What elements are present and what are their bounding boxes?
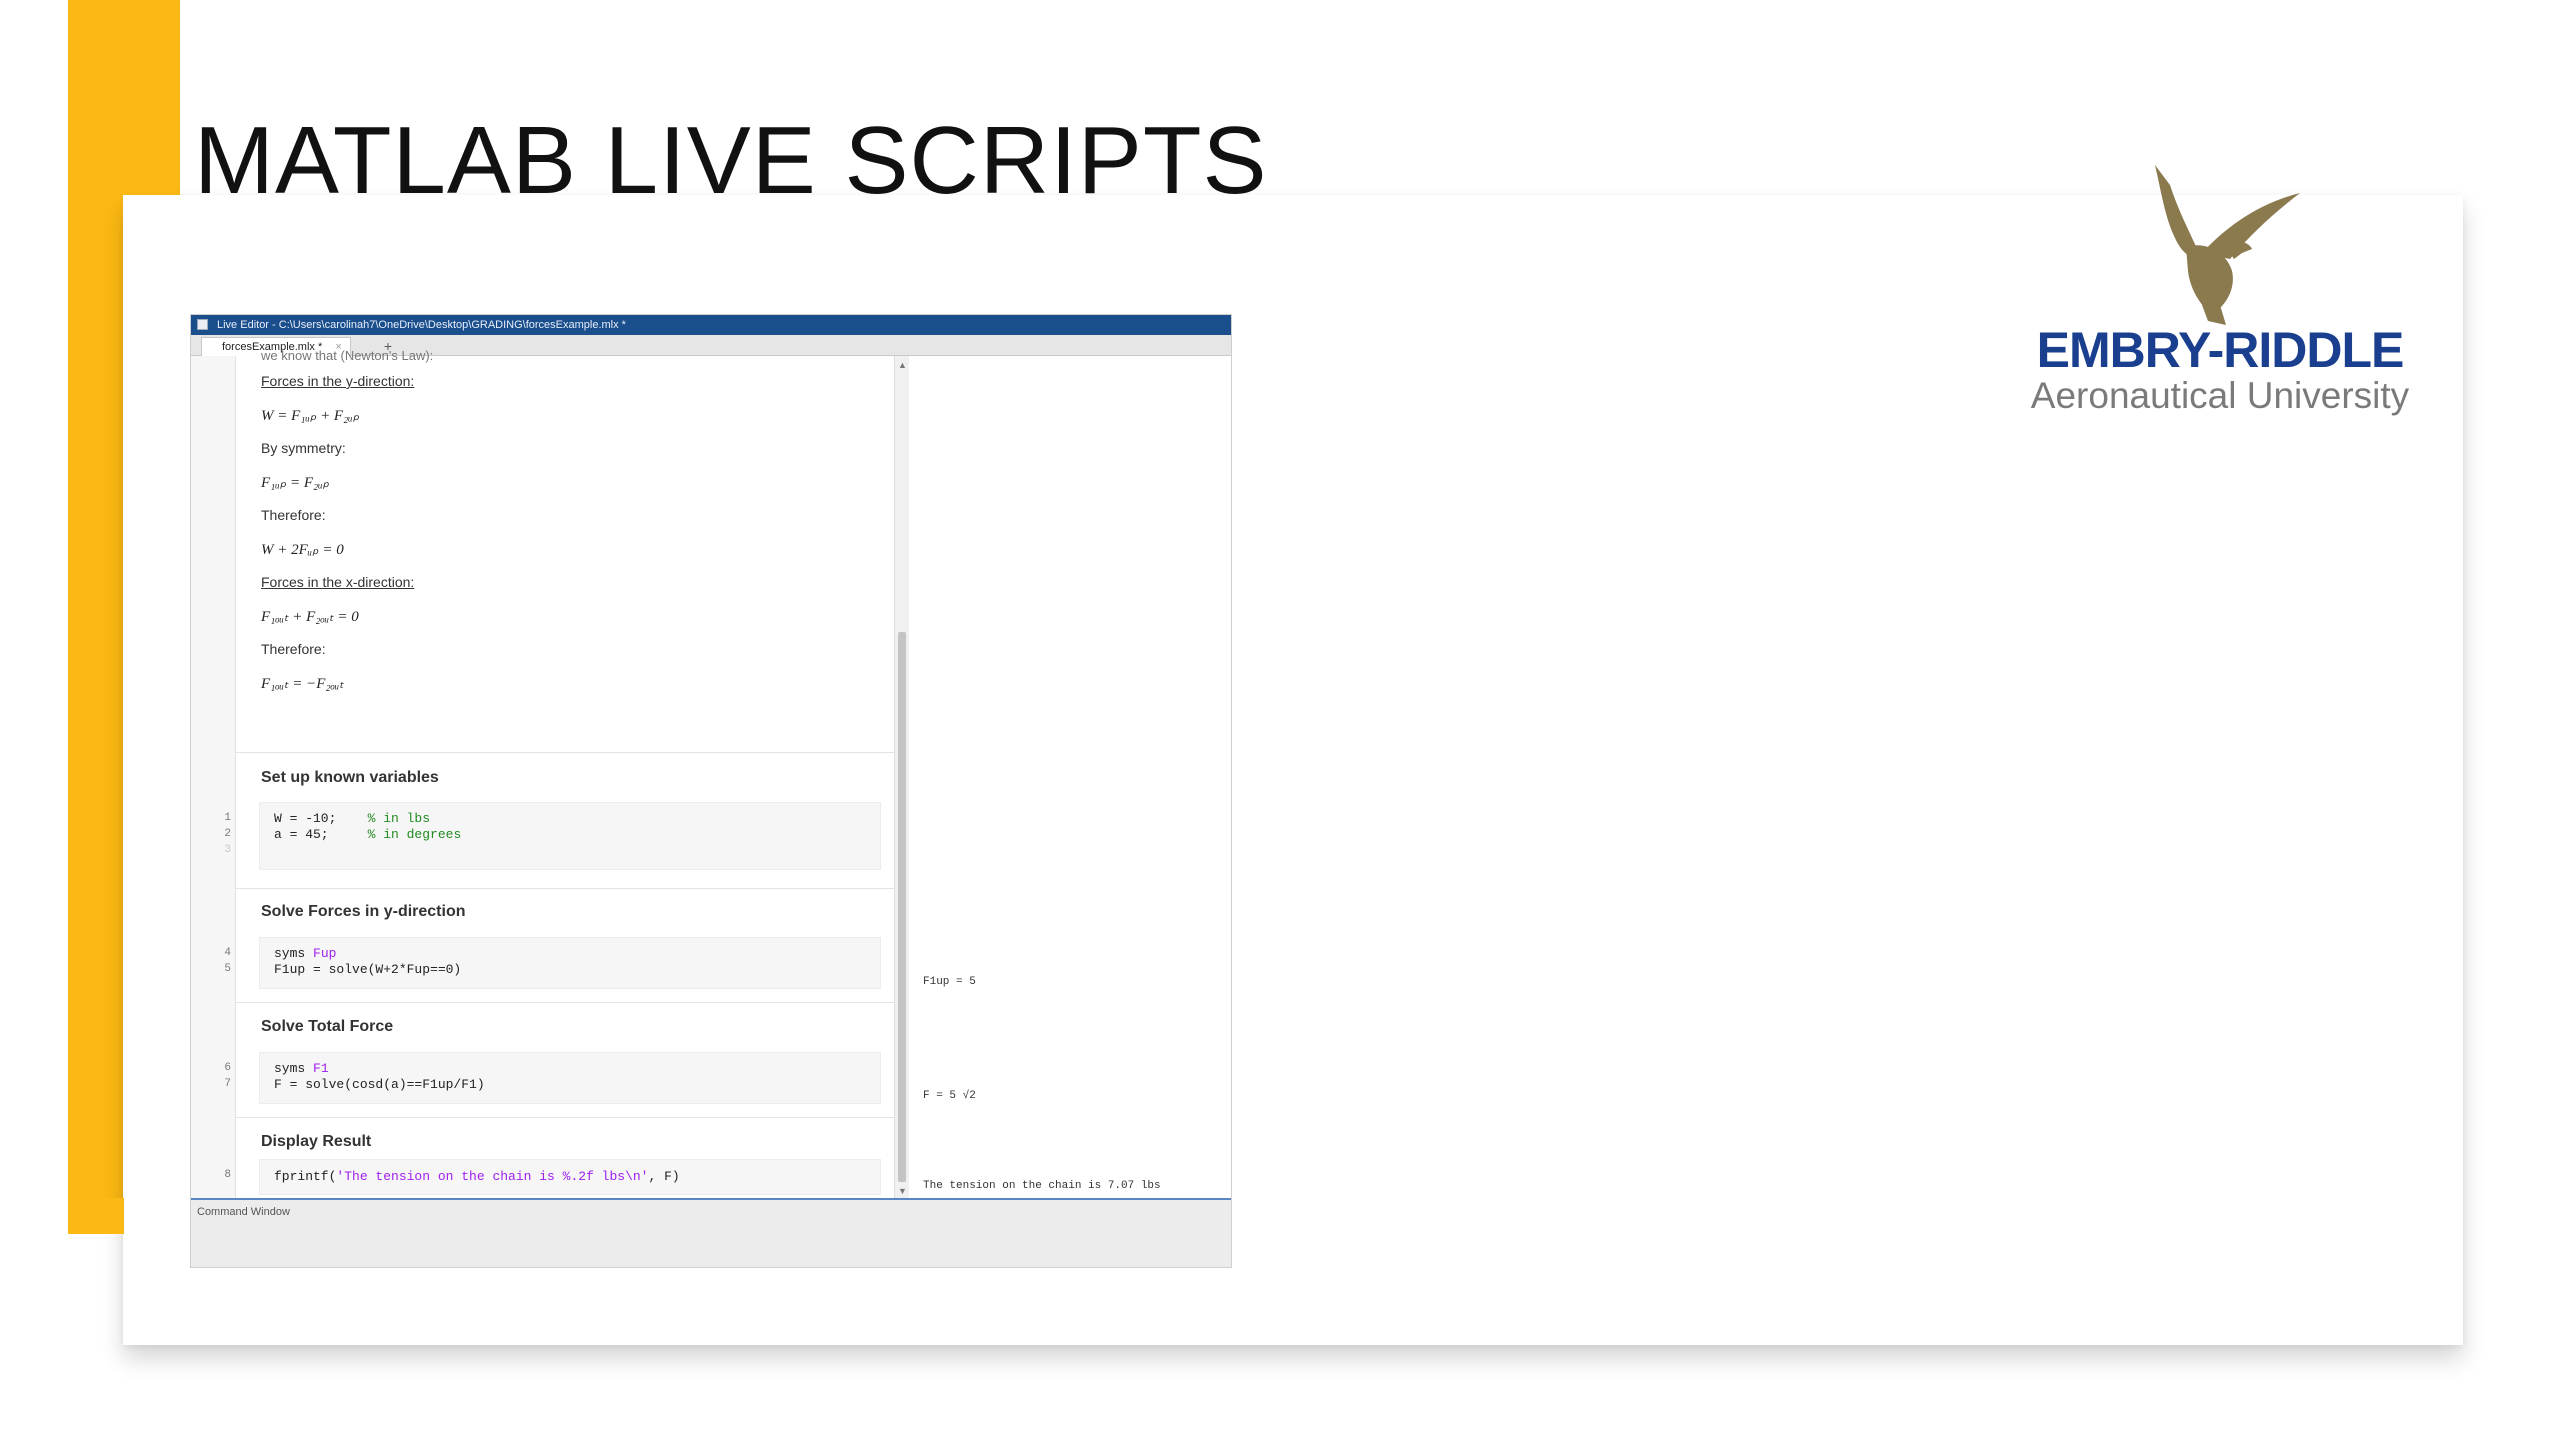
section-divider xyxy=(235,1117,894,1118)
logo-subline: Aeronautical University xyxy=(2030,375,2410,416)
scroll-up-icon[interactable]: ▲ xyxy=(898,360,907,370)
code-block[interactable]: syms F1 F = solve(cosd(a)==F1up/F1) xyxy=(259,1052,881,1104)
matlab-app-icon xyxy=(197,319,208,330)
equation: F₁ₒᵤₜ + F₂ₒᵤₜ = 0 xyxy=(261,609,359,625)
code-line: F = solve(cosd(a)==F1up/F1) xyxy=(274,1077,485,1092)
code-line: syms F1 xyxy=(274,1061,329,1076)
line-number: 1 xyxy=(224,812,231,824)
output-pane: F1up = 5 F = 5 √2 The tension on the cha… xyxy=(909,356,1231,1198)
section-heading: Set up known variables xyxy=(261,769,439,786)
accent-bar-horizontal xyxy=(68,1198,124,1234)
text-line: By symmetry: xyxy=(261,440,346,456)
equation: W = F₁ᵤₚ + F₂ᵤₚ xyxy=(261,408,360,424)
editor-pane[interactable]: 1 2 3 4 5 6 7 8 we know that (Newton's L… xyxy=(191,348,909,1198)
matlab-live-editor: Live Editor - C:\Users\carolinah7\OneDri… xyxy=(190,314,1232,1268)
section-heading: Solve Total Force xyxy=(261,1018,394,1035)
code-block[interactable]: fprintf('The tension on the chain is %.2… xyxy=(259,1159,881,1195)
code-line: fprintf('The tension on the chain is %.2… xyxy=(274,1169,680,1184)
code-line: F1up = solve(W+2*Fup==0) xyxy=(274,962,462,977)
output-line: F1up = 5 xyxy=(923,976,976,988)
vertical-scrollbar[interactable]: ▲ ▼ xyxy=(894,356,909,1198)
line-number: 5 xyxy=(224,963,231,975)
section-divider xyxy=(235,752,894,753)
section-heading: Solve Forces in y-direction xyxy=(261,903,466,920)
clipped-text-line: we know that (Newton's Law): xyxy=(261,348,434,363)
window-title: Live Editor - C:\Users\carolinah7\OneDri… xyxy=(217,319,626,331)
code-line: W = -10; % in lbs xyxy=(274,811,431,826)
line-number: 2 xyxy=(224,828,231,840)
equation: F₁ᵤₚ = F₂ᵤₚ xyxy=(261,475,330,491)
output-line: F = 5 √2 xyxy=(923,1090,976,1102)
line-gutter: 1 2 3 4 5 6 7 8 xyxy=(191,356,236,1198)
line-number: 8 xyxy=(224,1169,231,1181)
text-line: Therefore: xyxy=(261,641,326,657)
text-line: Therefore: xyxy=(261,507,326,523)
scroll-thumb[interactable] xyxy=(898,632,906,1182)
line-number: 3 xyxy=(224,844,231,856)
forces-y-heading: Forces in the y-direction: xyxy=(261,373,415,389)
code-block[interactable]: syms Fup F1up = solve(W+2*Fup==0) xyxy=(259,937,881,989)
eagle-icon xyxy=(2155,165,2300,325)
code-line: syms Fup xyxy=(274,946,337,961)
section-divider xyxy=(235,888,894,889)
output-line: The tension on the chain is 7.07 lbs xyxy=(923,1180,1161,1192)
logo-wordmark: EMBRY-RIDDLE xyxy=(2036,322,2405,378)
equation: W + 2Fᵤₚ = 0 xyxy=(261,542,344,558)
forces-x-heading: Forces in the x-direction: xyxy=(261,574,415,590)
line-number: 6 xyxy=(224,1062,231,1074)
line-number: 7 xyxy=(224,1078,231,1090)
university-logo: EMBRY-RIDDLE Aeronautical University xyxy=(1990,155,2450,425)
editor-titlebar: Live Editor - C:\Users\carolinah7\OneDri… xyxy=(191,315,1231,335)
section-heading: Display Result xyxy=(261,1133,372,1150)
command-window-label: Command Window xyxy=(197,1206,290,1218)
scroll-down-icon[interactable]: ▼ xyxy=(898,1186,907,1196)
slide-title: MATLAB LIVE SCRIPTS xyxy=(194,107,1268,214)
code-block[interactable]: W = -10; % in lbs a = 45; % in degrees xyxy=(259,802,881,870)
command-window[interactable]: Command Window xyxy=(191,1200,1231,1267)
equation: F₁ₒᵤₜ = −F₂ₒᵤₜ xyxy=(261,676,344,692)
section-divider xyxy=(235,1002,894,1003)
line-number: 4 xyxy=(224,947,231,959)
code-line: a = 45; % in degrees xyxy=(274,827,462,842)
